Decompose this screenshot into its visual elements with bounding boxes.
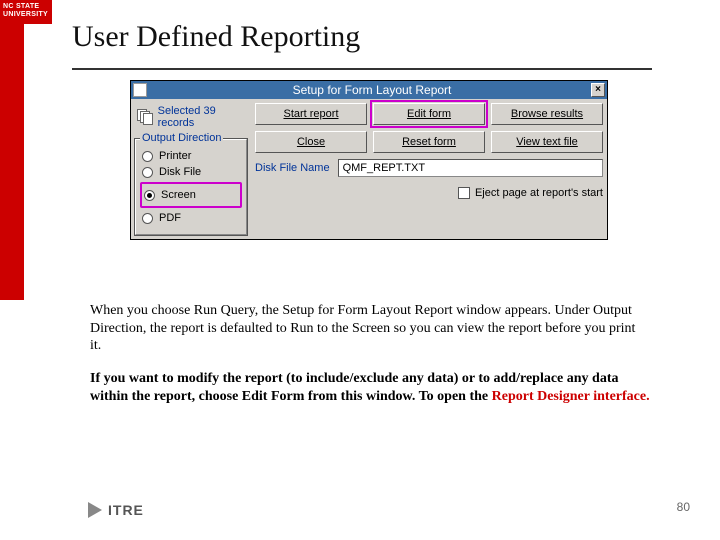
- reset-form-button[interactable]: Reset form: [373, 131, 485, 153]
- view-text-file-button[interactable]: View text file: [491, 131, 603, 153]
- eject-checkbox[interactable]: [458, 187, 470, 199]
- title-rule: [72, 68, 652, 70]
- itre-logo: ITRE: [88, 502, 144, 518]
- radio-screen[interactable]: Screen: [144, 189, 238, 201]
- radio-icon: [144, 190, 155, 201]
- brand-bar: [0, 0, 24, 300]
- close-dialog-button[interactable]: Close: [255, 131, 367, 153]
- output-direction-group: Output Direction Printer Disk File Scree…: [135, 139, 247, 235]
- records-icon: [137, 109, 152, 125]
- para2-highlight: Report Designer interface.: [492, 389, 650, 404]
- radio-printer-label: Printer: [159, 150, 191, 162]
- radio-icon: [142, 213, 153, 224]
- document-icon: [133, 83, 147, 97]
- radio-pdf[interactable]: PDF: [142, 212, 240, 224]
- dialog-title: Setup for Form Layout Report: [153, 83, 591, 97]
- group-label: Output Direction: [140, 132, 223, 144]
- radio-pdf-label: PDF: [159, 212, 181, 224]
- page-title: User Defined Reporting: [72, 20, 360, 54]
- close-button[interactable]: ×: [591, 83, 605, 97]
- ncstate-logo: NC STATE UNIVERSITY: [0, 0, 52, 24]
- radio-icon: [142, 151, 153, 162]
- brand-line2: UNIVERSITY: [3, 11, 48, 18]
- arrow-icon: [88, 502, 102, 518]
- titlebar: Setup for Form Layout Report ×: [131, 81, 607, 99]
- page-number: 80: [677, 500, 690, 514]
- radio-diskfile-label: Disk File: [159, 166, 201, 178]
- records-text: Selected 39 records: [158, 105, 247, 129]
- radio-icon: [142, 167, 153, 178]
- dialog-window: Setup for Form Layout Report × Selected …: [130, 80, 608, 240]
- highlight-screen: Screen: [140, 182, 242, 208]
- disk-file-label: Disk File Name: [255, 162, 330, 174]
- radio-diskfile[interactable]: Disk File: [142, 166, 240, 178]
- edit-form-button[interactable]: Edit form: [373, 103, 485, 125]
- browse-results-button[interactable]: Browse results: [491, 103, 603, 125]
- itre-text: ITRE: [108, 502, 144, 518]
- paragraph-1: When you choose Run Query, the Setup for…: [90, 302, 650, 355]
- brand-line1: NC STATE: [3, 3, 39, 10]
- radio-printer[interactable]: Printer: [142, 150, 240, 162]
- records-count: Selected 39 records: [135, 103, 247, 135]
- start-report-button[interactable]: Start report: [255, 103, 367, 125]
- radio-screen-label: Screen: [161, 189, 196, 201]
- paragraph-2: If you want to modify the report (to inc…: [90, 370, 650, 405]
- disk-file-input[interactable]: QMF_REPT.TXT: [338, 159, 603, 177]
- eject-label: Eject page at report's start: [475, 187, 603, 199]
